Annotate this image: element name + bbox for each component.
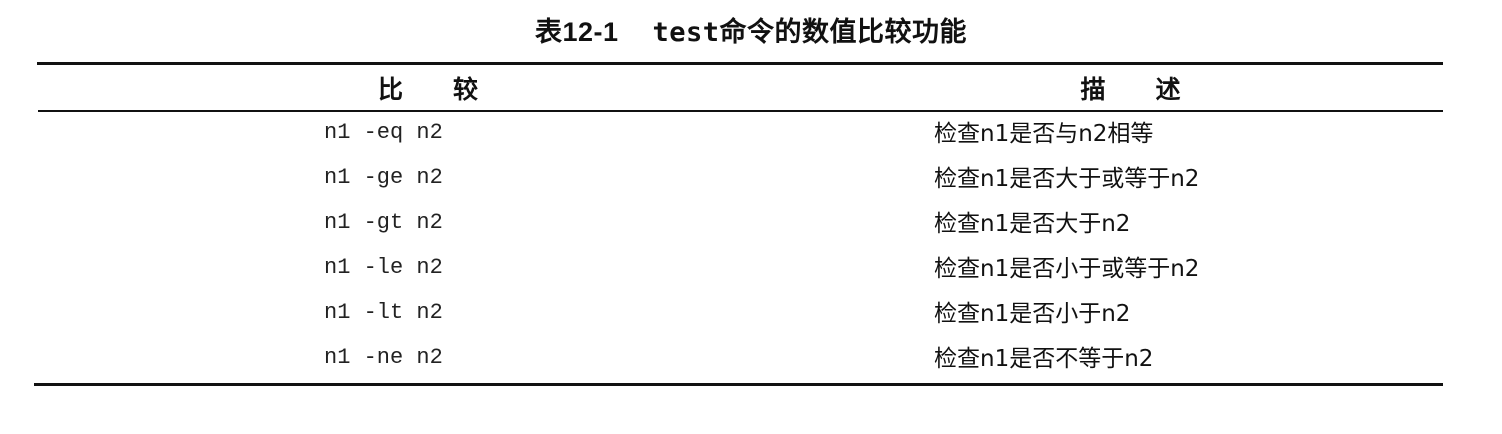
table-top-rule [37,62,1443,65]
table-row: n1 -lt n2 检查n1是否小于n2 [0,294,1502,339]
description-cell: 检查n1是否大于n2 [934,211,1131,237]
table-caption: 表12-1 test命令的数值比较功能 [0,14,1502,51]
table-number: 表12-1 [534,17,619,47]
table-row: n1 -le n2 检查n1是否小于或等于n2 [0,249,1502,294]
description-cell: 检查n1是否小于n2 [934,301,1131,327]
description-cell: 检查n1是否大于或等于n2 [934,166,1200,192]
compare-cell: n1 -gt n2 [324,210,443,235]
compare-cell: n1 -eq n2 [324,120,443,145]
table-row: n1 -ne n2 检查n1是否不等于n2 [0,339,1502,384]
compare-cell: n1 -ge n2 [324,165,443,190]
table-body: n1 -eq n2 检查n1是否与n2相等 n1 -ge n2 检查n1是否大于… [0,114,1502,384]
table-row: n1 -eq n2 检查n1是否与n2相等 [0,114,1502,159]
caption-command: test [652,17,720,48]
table-row: n1 -gt n2 检查n1是否大于n2 [0,204,1502,249]
table-row: n1 -ge n2 检查n1是否大于或等于n2 [0,159,1502,204]
description-cell: 检查n1是否不等于n2 [934,346,1154,372]
compare-cell: n1 -lt n2 [324,300,443,325]
description-cell: 检查n1是否与n2相等 [934,121,1154,147]
column-header-description: 描 述 [1080,75,1181,104]
compare-cell: n1 -le n2 [324,255,443,280]
description-cell: 检查n1是否小于或等于n2 [934,256,1200,282]
table-bottom-rule [34,383,1443,386]
column-header-compare: 比 较 [377,75,478,104]
caption-text: 命令的数值比较功能 [719,17,968,48]
compare-cell: n1 -ne n2 [324,345,443,370]
table-header-rule [38,110,1443,112]
